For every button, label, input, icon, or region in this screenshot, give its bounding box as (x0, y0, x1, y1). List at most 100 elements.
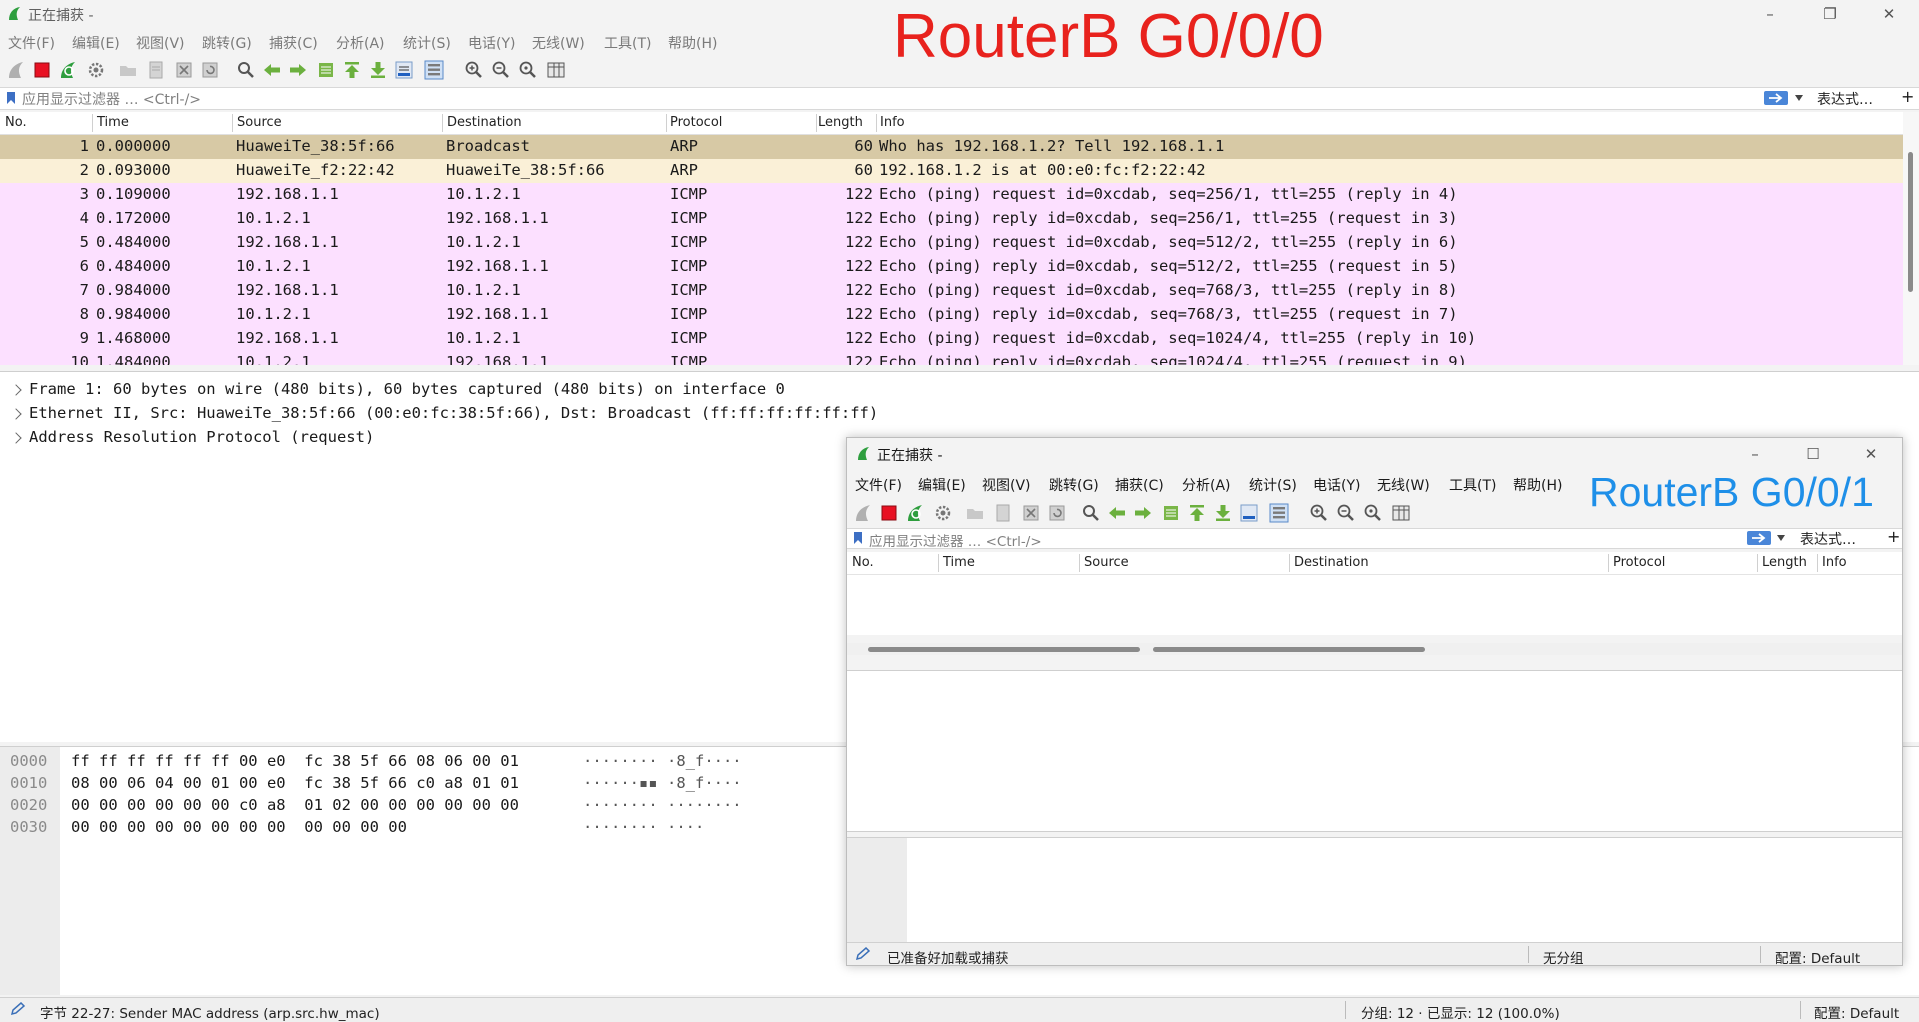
close-file-icon[interactable] (174, 60, 194, 80)
go-forward-arrow-icon[interactable] (288, 60, 308, 80)
column-info[interactable]: Info (1822, 555, 1847, 570)
autoscroll-icon[interactable] (394, 60, 414, 80)
zoom-reset-icon[interactable] (1363, 503, 1383, 523)
expert-info-edit-icon[interactable] (10, 1002, 26, 1016)
zoom-in-icon[interactable] (1309, 503, 1329, 523)
menu-telephony[interactable]: 电话(Y) (468, 33, 515, 53)
add-filter-button[interactable]: + (1901, 87, 1914, 106)
expand-chevron-icon[interactable] (10, 384, 22, 396)
menu-help[interactable]: 帮助(H) (668, 33, 717, 53)
colorize-icon[interactable] (1269, 503, 1289, 523)
menu-statistics[interactable]: 统计(S) (1249, 475, 1297, 495)
second-add-filter-button[interactable]: + (1887, 527, 1900, 546)
apply-filter-arrow-icon[interactable] (1747, 531, 1771, 545)
open-file-icon[interactable] (118, 60, 138, 80)
column-destination[interactable]: Destination (1294, 555, 1369, 570)
display-filter-input[interactable]: 应用显示过滤器 … <Ctrl-/> (22, 89, 201, 109)
restore-button[interactable]: ❐ (1807, 0, 1853, 28)
menu-edit[interactable]: 编辑(E) (918, 475, 966, 495)
filter-history-chevron-down-icon[interactable] (1795, 95, 1803, 101)
filter-history-chevron-down-icon[interactable] (1777, 535, 1785, 541)
hex-bytes[interactable]: ff ff ff ff ff ff 00 e0 fc 38 5f 66 08 0… (71, 752, 519, 770)
zoom-out-icon[interactable] (1336, 503, 1356, 523)
minimize-button[interactable]: – (1747, 0, 1793, 28)
apply-filter-arrow-icon[interactable] (1764, 91, 1788, 105)
packet-row[interactable]: 1 0.000000 HuaweiTe_38:5f:66 Broadcast A… (0, 135, 1903, 159)
packet-row[interactable]: 3 0.109000 192.168.1.1 10.1.2.1 ICMP 122… (0, 183, 1903, 207)
autoscroll-icon[interactable] (1239, 503, 1259, 523)
menu-view[interactable]: 视图(V) (982, 475, 1031, 495)
hex-bytes[interactable]: 00 00 00 00 00 00 00 00 00 00 00 00 (71, 818, 407, 836)
close-button[interactable]: ✕ (1866, 0, 1912, 28)
scrollbar-thumb[interactable] (868, 647, 1140, 652)
packet-row[interactable]: 7 0.984000 192.168.1.1 10.1.2.1 ICMP 122… (0, 279, 1903, 303)
open-file-icon[interactable] (965, 503, 985, 523)
menu-go[interactable]: 跳转(G) (202, 33, 252, 53)
hex-ascii[interactable]: ········ ···· (583, 818, 704, 836)
column-destination[interactable]: Destination (447, 115, 522, 130)
capture-options-gear-icon[interactable] (86, 60, 106, 80)
save-file-icon[interactable] (993, 503, 1013, 523)
column-protocol[interactable]: Protocol (670, 115, 722, 130)
hex-ascii[interactable]: ······▪▪ ·8_f···· (583, 774, 742, 792)
menu-statistics[interactable]: 统计(S) (403, 33, 451, 53)
last-packet-icon[interactable] (1213, 503, 1233, 523)
first-packet-icon[interactable] (1187, 503, 1207, 523)
column-no[interactable]: No. (5, 115, 27, 130)
find-packet-icon[interactable] (1081, 503, 1101, 523)
packet-row[interactable]: 5 0.484000 192.168.1.1 10.1.2.1 ICMP 122… (0, 231, 1903, 255)
menu-view[interactable]: 视图(V) (136, 33, 185, 53)
save-file-icon[interactable] (146, 60, 166, 80)
bookmark-icon[interactable] (6, 91, 16, 105)
capture-options-gear-icon[interactable] (933, 503, 953, 523)
packet-list-scrollbar[interactable] (1903, 112, 1919, 365)
stop-capture-icon[interactable] (879, 503, 899, 523)
column-length[interactable]: Length (818, 115, 863, 130)
resize-columns-icon[interactable] (546, 60, 566, 80)
reload-file-icon[interactable] (200, 60, 220, 80)
zoom-in-icon[interactable] (464, 60, 484, 80)
restart-capture-icon[interactable] (58, 60, 78, 80)
start-capture-fin-icon[interactable] (6, 60, 26, 80)
menu-help[interactable]: 帮助(H) (1513, 475, 1562, 495)
restart-capture-icon[interactable] (905, 503, 925, 523)
column-source[interactable]: Source (237, 115, 282, 130)
zoom-reset-icon[interactable] (518, 60, 538, 80)
column-time[interactable]: Time (943, 555, 975, 570)
menu-wireless[interactable]: 无线(W) (532, 33, 585, 53)
expression-button[interactable]: 表达式… (1817, 89, 1873, 109)
second-display-filter-input[interactable]: 应用显示过滤器 … <Ctrl-/> (869, 530, 1042, 550)
second-expression-button[interactable]: 表达式… (1800, 529, 1856, 549)
second-minimize-button[interactable]: – (1732, 440, 1778, 468)
go-back-arrow-icon[interactable] (262, 60, 282, 80)
scrollbar-thumb[interactable] (1908, 152, 1913, 292)
packet-row[interactable]: 4 0.172000 10.1.2.1 192.168.1.1 ICMP 122… (0, 207, 1903, 231)
column-protocol[interactable]: Protocol (1613, 555, 1665, 570)
resize-columns-icon[interactable] (1391, 503, 1411, 523)
menu-file[interactable]: 文件(F) (855, 475, 902, 495)
go-back-arrow-icon[interactable] (1107, 503, 1127, 523)
menu-capture[interactable]: 捕获(C) (269, 33, 318, 53)
menu-tools[interactable]: 工具(T) (1449, 475, 1496, 495)
menu-tools[interactable]: 工具(T) (604, 33, 651, 53)
menu-file[interactable]: 文件(F) (8, 33, 55, 53)
packet-row[interactable]: 6 0.484000 10.1.2.1 192.168.1.1 ICMP 122… (0, 255, 1903, 279)
hex-bytes[interactable]: 00 00 00 00 00 00 c0 a8 01 02 00 00 00 0… (71, 796, 519, 814)
go-forward-arrow-icon[interactable] (1133, 503, 1153, 523)
menu-wireless[interactable]: 无线(W) (1377, 475, 1430, 495)
menu-go[interactable]: 跳转(G) (1049, 475, 1099, 495)
column-source[interactable]: Source (1084, 555, 1129, 570)
column-no[interactable]: No. (852, 555, 874, 570)
packet-row[interactable]: 8 0.984000 10.1.2.1 192.168.1.1 ICMP 122… (0, 303, 1903, 327)
bookmark-icon[interactable] (853, 531, 863, 545)
zoom-out-icon[interactable] (491, 60, 511, 80)
expand-chevron-icon[interactable] (10, 408, 22, 420)
first-packet-icon[interactable] (342, 60, 362, 80)
expert-info-edit-icon[interactable] (855, 947, 871, 961)
menu-telephony[interactable]: 电话(Y) (1313, 475, 1360, 495)
second-status-profile[interactable]: 配置: Default (1775, 947, 1860, 965)
hex-ascii[interactable]: ········ ········ (583, 796, 742, 814)
second-packet-list-hscrollbar[interactable] (847, 643, 1902, 655)
column-info[interactable]: Info (880, 115, 905, 130)
column-length[interactable]: Length (1762, 555, 1807, 570)
